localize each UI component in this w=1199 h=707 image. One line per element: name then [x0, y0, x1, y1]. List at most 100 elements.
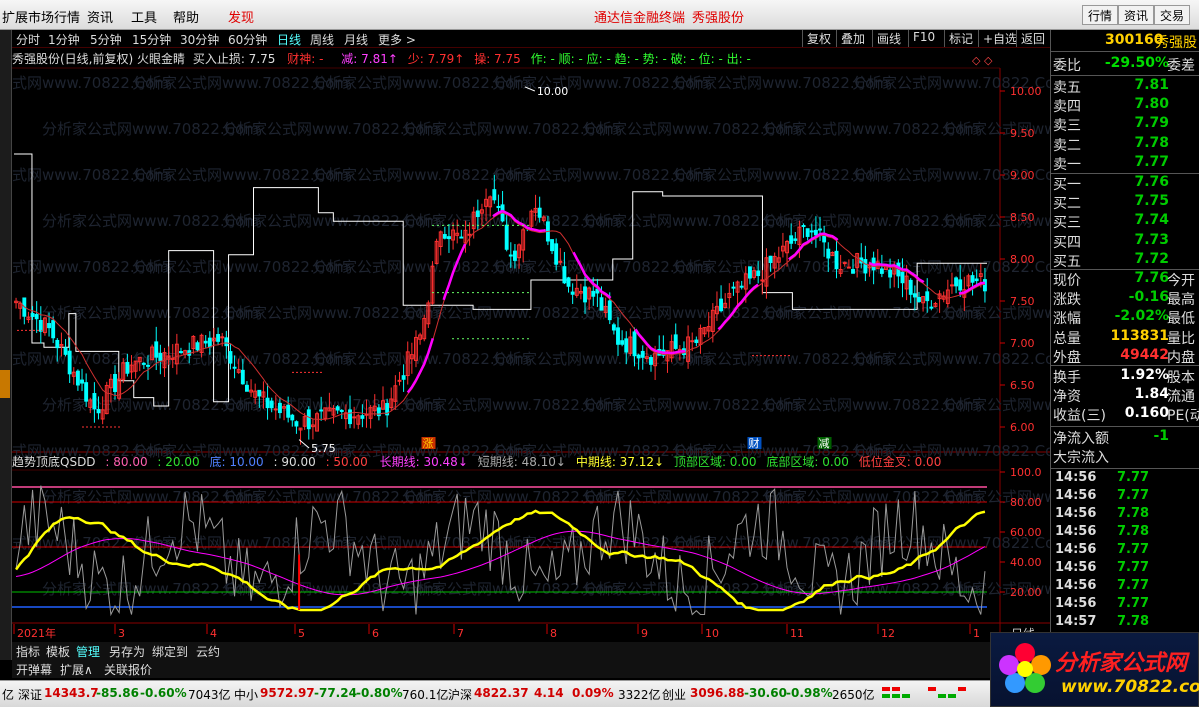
- candle-body: [352, 416, 357, 419]
- back-button[interactable]: 返回: [1016, 30, 1049, 47]
- quote-row-3: 总量 113831 量比: [1053, 328, 1199, 347]
- hs-label[interactable]: 沪深: [448, 686, 472, 703]
- date-tick-label: 5: [298, 627, 305, 640]
- tab-danmu[interactable]: 开弹幕: [16, 661, 52, 678]
- stock-name: 秀强股: [1155, 35, 1197, 51]
- tick-price: 7.77: [1117, 470, 1150, 485]
- promo-stock[interactable]: 秀强股份: [692, 7, 744, 26]
- trade-button[interactable]: 交易: [1154, 5, 1191, 25]
- promo-terminal[interactable]: 通达信金融终端: [594, 7, 685, 26]
- caishen-value: 财神: -: [287, 52, 324, 66]
- price-tick-label: 6.00: [1010, 421, 1035, 434]
- tab-manage[interactable]: 管理: [76, 643, 100, 660]
- sell-row-1-label: 卖一: [1053, 156, 1081, 173]
- tick-time: 14:56: [1055, 524, 1097, 539]
- add-watchlist-button[interactable]: +自选: [978, 30, 1021, 47]
- candle-body: [397, 379, 402, 382]
- buy-row-2-label: 买二: [1053, 196, 1081, 213]
- left-expand-tab[interactable]: [0, 370, 10, 398]
- period-60min[interactable]: 60分钟: [228, 31, 267, 48]
- period-15min[interactable]: 15分钟: [132, 31, 171, 48]
- quote-row-2-value: -2.02%: [1114, 308, 1169, 325]
- period-weekly[interactable]: 周线: [310, 31, 334, 48]
- period-more[interactable]: 更多 >: [378, 31, 416, 48]
- period-1min[interactable]: 1分钟: [48, 31, 80, 48]
- tab-related-quote[interactable]: 关联报价: [104, 661, 152, 678]
- tick-time: 14:56: [1055, 470, 1097, 485]
- panel-divider: [1051, 426, 1199, 427]
- hs-percent: 0.09%: [572, 686, 614, 700]
- menu-market[interactable]: 扩展市场行情: [2, 7, 80, 26]
- sell-row-4-label: 卖四: [1053, 99, 1081, 116]
- candle-body: [508, 254, 513, 257]
- tab-cloud[interactable]: 云约: [196, 643, 220, 660]
- period-5min[interactable]: 5分钟: [90, 31, 122, 48]
- candle-body: [63, 347, 68, 355]
- quote-panel: 300160 秀强股 委比 -29.50% 委差 14:56 7.77 14:56 7…: [1050, 30, 1199, 660]
- candle-body: [179, 351, 183, 354]
- menu-tools[interactable]: 工具: [131, 7, 157, 26]
- period-daily[interactable]: 日线: [277, 31, 301, 48]
- candle-body: [228, 351, 233, 364]
- tick-price: 7.78: [1117, 614, 1150, 629]
- zx-amount: 760.1亿: [402, 688, 449, 702]
- candle-body: [599, 297, 604, 311]
- period-30min[interactable]: 30分钟: [180, 31, 219, 48]
- menu-help[interactable]: 帮助: [173, 7, 199, 26]
- left-toolbar: [0, 30, 12, 660]
- menu-news[interactable]: 资讯: [87, 7, 113, 26]
- fuquan-button[interactable]: 复权: [802, 30, 835, 47]
- candle-body: [925, 291, 930, 302]
- tab-template[interactable]: 模板: [46, 643, 70, 660]
- sz-label[interactable]: 深证: [18, 686, 42, 703]
- indicator-gold-cross: 低位金叉: 0.00: [858, 455, 942, 469]
- candle-body: [649, 357, 653, 365]
- buy-row-3: 买三 7.74: [1053, 212, 1199, 231]
- candle-body: [809, 230, 814, 233]
- candle-body: [401, 375, 406, 380]
- menu-discover[interactable]: 发现: [228, 7, 254, 26]
- hs-amount: 3322亿: [618, 688, 661, 702]
- price-tick-label: 8.50: [1010, 211, 1035, 224]
- overlay-button[interactable]: 叠加: [836, 30, 869, 47]
- price-tick-label: 7.50: [1010, 295, 1035, 308]
- price-tick-label: 9.00: [1010, 169, 1035, 182]
- period-fenshi[interactable]: 分时: [16, 31, 40, 48]
- period-bar: 分时 1分钟 5分钟 15分钟 30分钟 60分钟 日线 周线 月线 更多 > …: [12, 30, 1050, 48]
- tick-time: 14:57: [1055, 614, 1097, 629]
- tick-row: 14:56 7.78: [1053, 506, 1199, 524]
- sz-amount: 7043亿: [188, 688, 231, 702]
- candle-body: [92, 393, 97, 410]
- tab-extend[interactable]: 扩展∧: [60, 661, 93, 678]
- candle-body: [55, 339, 60, 349]
- candle-body: [339, 409, 344, 412]
- stock-header[interactable]: 300160 秀强股: [1051, 30, 1199, 52]
- cy-label[interactable]: 创业: [662, 686, 686, 703]
- mark-button[interactable]: 标记: [944, 30, 977, 47]
- buy-row-1: 买一 7.76: [1053, 174, 1199, 193]
- tab-indicator[interactable]: 指标: [16, 643, 40, 660]
- quote-button[interactable]: 行情: [1082, 5, 1119, 25]
- tab-bind-to[interactable]: 绑定到: [152, 643, 188, 660]
- tick-price: 7.78: [1117, 524, 1150, 539]
- candle-body: [224, 337, 229, 347]
- candle-body: [636, 354, 641, 359]
- tick-row: 14:56 7.77: [1053, 596, 1199, 614]
- candle-body: [75, 370, 80, 386]
- sz-percent: -0.60%: [140, 686, 187, 700]
- chart-area[interactable]: 分析家公式网www.70822.Com分析家公式网www.70822.Com分析…: [12, 48, 1050, 642]
- tick-row: 14:56 7.77: [1053, 488, 1199, 506]
- zx-label[interactable]: 中小: [234, 686, 258, 703]
- date-tick-label: 12: [881, 627, 895, 640]
- news-button[interactable]: 资讯: [1118, 5, 1155, 25]
- draw-line-button[interactable]: 画线: [872, 30, 905, 47]
- tab-save-as[interactable]: 另存为: [109, 643, 145, 660]
- quote-row-0-value: 7.76: [1134, 270, 1169, 286]
- tick-row: 14:56 7.78: [1053, 524, 1199, 542]
- period-monthly[interactable]: 月线: [344, 31, 368, 48]
- buy-row-3-label: 买三: [1053, 215, 1081, 232]
- buy-row-3-value: 7.74: [1134, 212, 1169, 229]
- stat-row-1-label: 净资: [1053, 389, 1081, 406]
- indicator-tick-label: 40.00: [1010, 556, 1042, 569]
- f10-button[interactable]: F10: [908, 30, 939, 47]
